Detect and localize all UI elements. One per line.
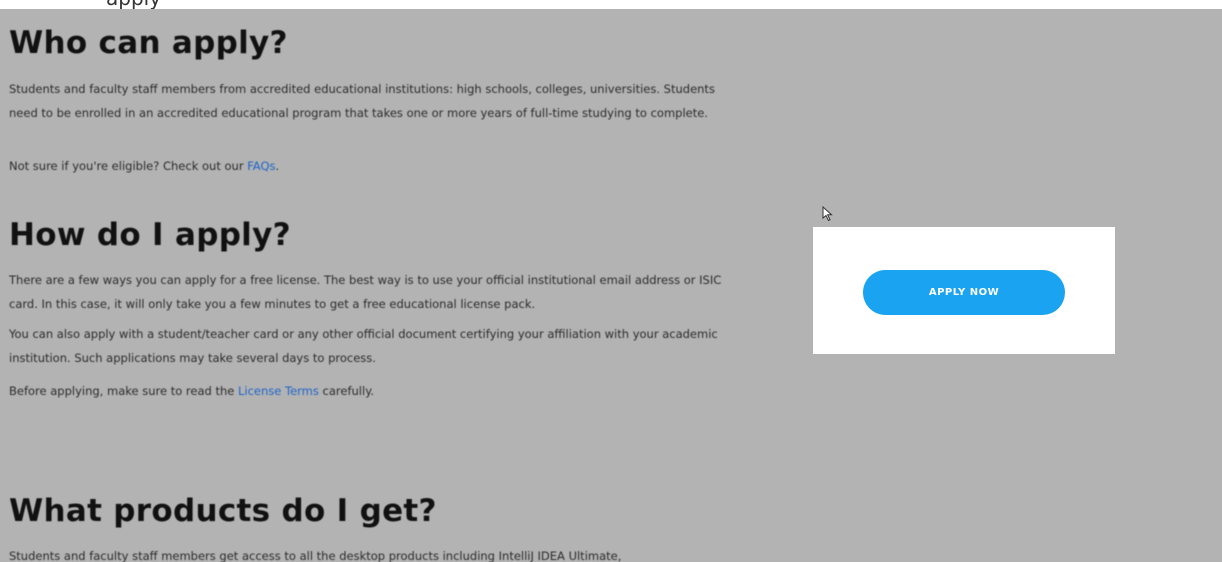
section-title-who-can-apply: Who can apply?	[9, 25, 288, 61]
apply-ways-paragraph: There are a few ways you can apply for a…	[9, 273, 722, 311]
top-strip-text: apply	[106, 0, 161, 9]
faq-link[interactable]: FAQs	[247, 159, 275, 173]
faq-suffix: .	[275, 159, 280, 173]
faq-paragraph: Not sure if you're eligible? Check out o…	[9, 154, 279, 178]
license-terms-paragraph: Before applying, make sure to read the L…	[9, 379, 374, 403]
eligibility-paragraph: Students and faculty staff members from …	[9, 82, 715, 120]
apply-now-button[interactable]: APPLY NOW	[863, 270, 1065, 315]
license-terms-link[interactable]: License Terms	[238, 384, 319, 398]
apply-modal: APPLY NOW	[813, 227, 1115, 354]
top-strip: apply	[0, 0, 1222, 9]
faq-text: Not sure if you're eligible? Check out o…	[9, 159, 248, 173]
mouse-pointer-icon	[822, 205, 834, 226]
products-paragraph: Students and faculty staff members get a…	[9, 549, 622, 562]
license-terms-text: Before applying, make sure to read the	[9, 384, 238, 398]
section-title-how-do-i-apply: How do I apply?	[9, 217, 291, 253]
section-title-what-products: What products do I get?	[9, 493, 437, 529]
license-terms-suffix: carefully.	[318, 384, 375, 398]
apply-document-paragraph: You can also apply with a student/teache…	[9, 327, 718, 365]
